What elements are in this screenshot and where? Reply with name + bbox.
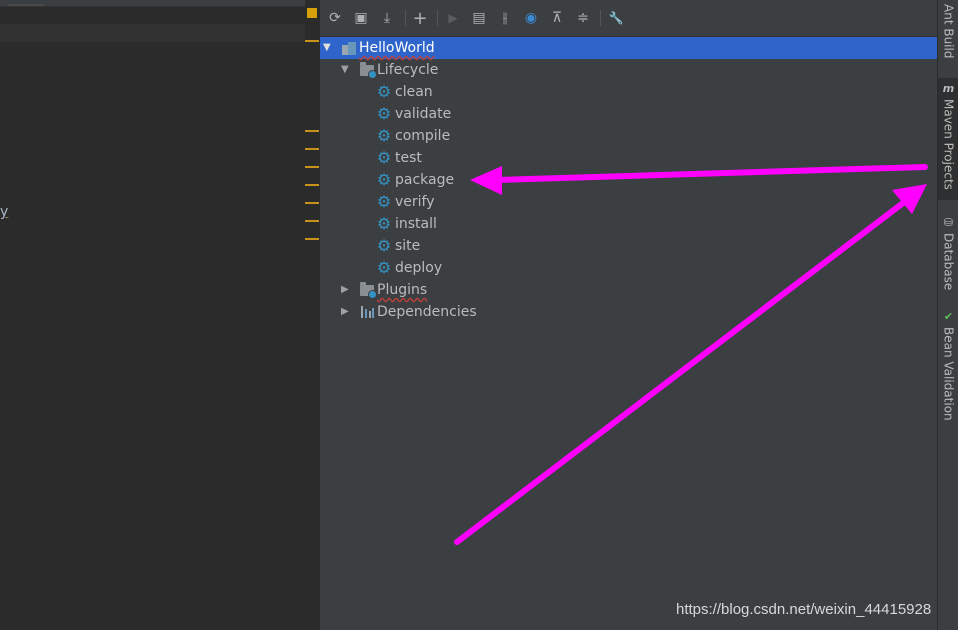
tree-node-project[interactable]: ▼ HelloWorld	[320, 37, 937, 59]
lifecycle-phase-validate[interactable]: ⚙ validate	[320, 103, 937, 125]
gear-icon: ⚙	[376, 258, 392, 277]
bean-validation-label: Bean Validation	[941, 327, 956, 421]
gear-icon: ⚙	[376, 214, 392, 233]
ant-build-label: Ant Build	[941, 4, 956, 59]
maven-m-icon: m	[942, 82, 955, 95]
phase-label: verify	[395, 194, 435, 210]
lifecycle-phase-deploy[interactable]: ⚙ deploy	[320, 257, 937, 279]
warning-mark[interactable]	[305, 202, 319, 204]
dependencies-label: Dependencies	[377, 304, 477, 320]
collapsed-arrow-icon[interactable]: ▶	[341, 285, 351, 295]
warning-mark[interactable]	[305, 148, 319, 150]
warning-mark[interactable]	[305, 40, 319, 42]
plugins-label: Plugins	[377, 282, 428, 298]
lifecycle-phase-test[interactable]: ⚙ test	[320, 147, 937, 169]
tree-node-dependencies[interactable]: ▶ Dependencies	[320, 301, 937, 323]
add-icon[interactable]: +	[411, 8, 429, 29]
tab-database[interactable]: ⛁ Database	[938, 212, 958, 294]
right-tool-stripe: Ant Build m Maven Projects ⛁ Database ✔ …	[937, 0, 958, 630]
warning-mark[interactable]	[305, 184, 319, 186]
lifecycle-phase-site[interactable]: ⚙ site	[320, 235, 937, 257]
editor-tab-strip	[0, 0, 305, 7]
tree-node-plugins[interactable]: ▶ Plugins	[320, 279, 937, 301]
gear-icon: ⚙	[376, 148, 392, 167]
skip-tests-icon[interactable]: ◉	[522, 9, 540, 27]
watermark-text: https://blog.csdn.net/weixin_44415928	[676, 601, 932, 618]
download-icon[interactable]: ⤓	[378, 9, 396, 27]
lifecycle-folder-icon	[359, 61, 377, 79]
gear-icon: ⚙	[376, 236, 392, 255]
generate-sources-icon[interactable]: ▣	[352, 9, 370, 27]
expand-all-icon[interactable]: ⊼	[548, 9, 566, 27]
lifecycle-phase-install[interactable]: ⚙ install	[320, 213, 937, 235]
expand-arrow-icon[interactable]: ▼	[323, 43, 333, 53]
phase-label: install	[395, 216, 437, 232]
warning-mark[interactable]	[305, 238, 319, 240]
caret-row-highlight	[0, 24, 305, 42]
tab-ant-build[interactable]: Ant Build	[938, 0, 958, 66]
expand-arrow-icon[interactable]: ▼	[341, 65, 351, 75]
run-icon[interactable]: ▶	[444, 9, 462, 27]
maven-toolbar: ⟳ ▣ ⤓ + ▶ ▤ ⫲ ◉ ⊼ ≑ 🔧	[320, 0, 937, 37]
lifecycle-phase-verify[interactable]: ⚙ verify	[320, 191, 937, 213]
warning-mark[interactable]	[305, 220, 319, 222]
refresh-icon[interactable]: ⟳	[326, 9, 344, 27]
tab-bean-validation[interactable]: ✔ Bean Validation	[938, 306, 958, 426]
collapsed-arrow-icon[interactable]: ▶	[341, 307, 351, 317]
tab-maven-projects[interactable]: m Maven Projects	[938, 78, 958, 200]
phase-label: deploy	[395, 260, 443, 276]
maven-projects-panel: ⟳ ▣ ⤓ + ▶ ▤ ⫲ ◉ ⊼ ≑ 🔧 ▼ HelloWorld ▼ Lif…	[320, 0, 937, 630]
lifecycle-label: Lifecycle	[377, 62, 439, 78]
project-label: HelloWorld	[359, 40, 435, 56]
warning-mark[interactable]	[305, 130, 319, 132]
database-icon: ⛁	[943, 216, 954, 229]
code-editor[interactable]: y	[0, 0, 305, 630]
maven-projects-label: Maven Projects	[941, 99, 956, 190]
gear-icon: ⚙	[376, 82, 392, 101]
phase-label: site	[395, 238, 421, 254]
gear-icon: ⚙	[376, 104, 392, 123]
warning-indicator-icon[interactable]	[307, 8, 317, 18]
settings-wrench-icon[interactable]: 🔧	[607, 9, 625, 27]
phase-label: validate	[395, 106, 452, 122]
phase-label: package	[395, 172, 455, 188]
bean-validation-icon: ✔	[943, 310, 954, 323]
collapse-all-icon[interactable]: ≑	[574, 9, 592, 27]
execute-goal-icon[interactable]: ▤	[470, 9, 488, 27]
phase-label: compile	[395, 128, 451, 144]
code-fragment: y	[0, 204, 9, 220]
warning-mark[interactable]	[305, 166, 319, 168]
database-label: Database	[941, 233, 956, 291]
phase-label: test	[395, 150, 422, 166]
lifecycle-phase-package[interactable]: ⚙ package	[320, 169, 937, 191]
toggle-offline-icon[interactable]: ⫲	[496, 9, 514, 27]
lifecycle-phase-clean[interactable]: ⚙ clean	[320, 81, 937, 103]
gear-icon: ⚙	[376, 126, 392, 145]
error-stripe	[305, 0, 321, 630]
tree-node-lifecycle[interactable]: ▼ Lifecycle	[320, 59, 937, 81]
dependencies-icon	[359, 304, 375, 320]
gear-icon: ⚙	[376, 170, 392, 189]
lifecycle-phase-compile[interactable]: ⚙ compile	[320, 125, 937, 147]
maven-project-icon	[341, 40, 357, 56]
phase-label: clean	[395, 84, 433, 100]
gear-icon: ⚙	[376, 192, 392, 211]
plugins-folder-icon	[359, 281, 377, 299]
